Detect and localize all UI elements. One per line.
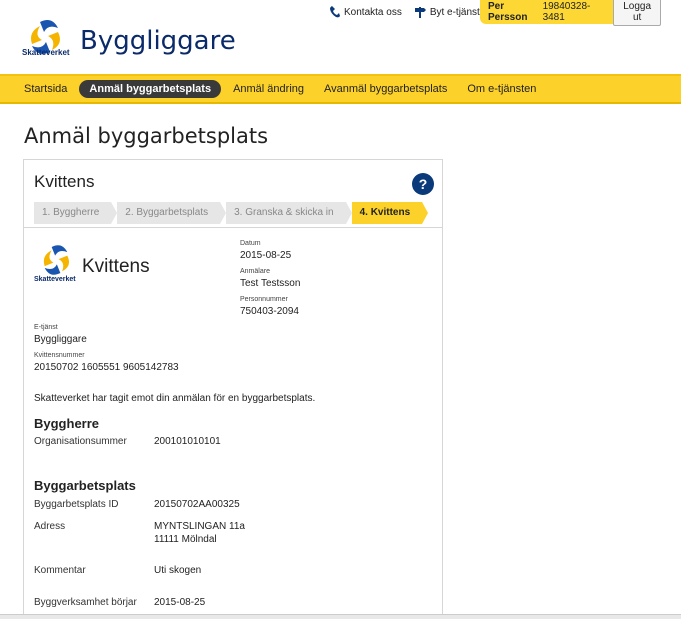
switch-service-label: Byt e-tjänst — [429, 6, 480, 18]
datum-value: 2015-08-25 — [240, 250, 292, 261]
receipt-title: Kvittens — [82, 256, 150, 277]
etjanst-label: E-tjänst — [34, 324, 58, 331]
app-title[interactable]: Byggliggare — [80, 26, 236, 56]
switch-service-link[interactable]: Byt e-tjänst — [414, 6, 480, 18]
pnr-label: Personnummer — [240, 296, 288, 303]
contact-label: Kontakta oss — [344, 6, 402, 18]
help-button[interactable]: ? — [412, 173, 434, 195]
pnr-value: 750403-2094 — [240, 306, 299, 317]
adress-line1: MYNTSLINGAN 11a — [154, 521, 245, 532]
nav-item-avanmal[interactable]: Avanmäl byggarbetsplats — [324, 83, 447, 95]
card-title: Kvittens — [34, 172, 95, 191]
adress-line2: 11111 Mölndal — [154, 534, 217, 545]
byggarbetsplats-heading: Byggarbetsplats — [34, 478, 136, 493]
borjar-value: 2015-08-25 — [154, 597, 206, 608]
orgnr-value: 200101010101 — [154, 436, 221, 447]
progress-steps: 1. Byggherre 2. Byggarbetsplats 3. Grans… — [34, 202, 428, 224]
confirmation-message: Skatteverket har tagit emot din anmälan … — [34, 393, 316, 404]
id-label: Byggarbetsplats ID — [34, 499, 119, 510]
signpost-icon — [414, 7, 426, 18]
top-links: Kontakta oss Byt e-tjänst — [330, 6, 480, 18]
header: Skatteverket Byggliggare Kontakta oss By… — [0, 0, 681, 74]
id-value: 20150702AA00325 — [154, 499, 240, 510]
receipt-card: Kvittens ? 1. Byggherre 2. Byggarbetspla… — [23, 159, 443, 619]
etjanst-value: Byggliggare — [34, 334, 87, 345]
kommentar-value: Uti skogen — [154, 565, 202, 576]
datum-label: Datum — [240, 240, 261, 247]
logo-text: Skatteverket — [22, 48, 70, 57]
step-byggherre: 1. Byggherre — [34, 202, 118, 224]
phone-icon — [330, 6, 340, 18]
nav-item-anmal-byggarbetsplats[interactable]: Anmäl byggarbetsplats — [79, 80, 222, 98]
contact-link[interactable]: Kontakta oss — [330, 6, 402, 18]
step-granska: 3. Granska & skicka in — [226, 202, 353, 224]
adress-label: Adress — [34, 521, 66, 532]
kvittensnr-value: 20150702 1605551 9605142783 — [34, 362, 179, 373]
kommentar-label: Kommentar — [34, 565, 86, 576]
kvittensnr-label: Kvittensnummer — [34, 352, 85, 359]
anmalare-label: Anmälare — [240, 268, 270, 275]
user-pnr: 19840328-3481 — [542, 1, 591, 23]
byggherre-heading: Byggherre — [34, 416, 100, 431]
step-kvittens: 4. Kvittens — [351, 202, 428, 224]
borjar-label: Byggverksamhet börjar — [34, 597, 137, 608]
orgnr-label: Organisationsummer — [34, 436, 127, 447]
step-byggarbetsplats: 2. Byggarbetsplats — [117, 202, 226, 224]
skatteverket-receipt-logo-icon — [43, 245, 70, 275]
anmalare-value: Test Testsson — [240, 278, 301, 289]
nav-item-startsida[interactable]: Startsida — [24, 83, 67, 95]
receipt-logo-text: Skatteverket — [34, 276, 76, 283]
nav-item-om-etjansten[interactable]: Om e-tjänsten — [467, 83, 536, 95]
card-header: Kvittens ? 1. Byggherre 2. Byggarbetspla… — [24, 160, 442, 228]
main-nav: Startsida Anmäl byggarbetsplats Anmäl än… — [0, 74, 681, 104]
logout-button[interactable]: Logga ut — [613, 0, 661, 26]
user-name: Per Persson — [488, 1, 528, 23]
user-box: Per Persson 19840328-3481 Logga ut — [480, 0, 661, 26]
page-title: Anmäl byggarbetsplats — [24, 124, 269, 148]
nav-item-anmal-andring[interactable]: Anmäl ändring — [233, 83, 304, 95]
bottom-scroll-edge — [0, 614, 681, 619]
